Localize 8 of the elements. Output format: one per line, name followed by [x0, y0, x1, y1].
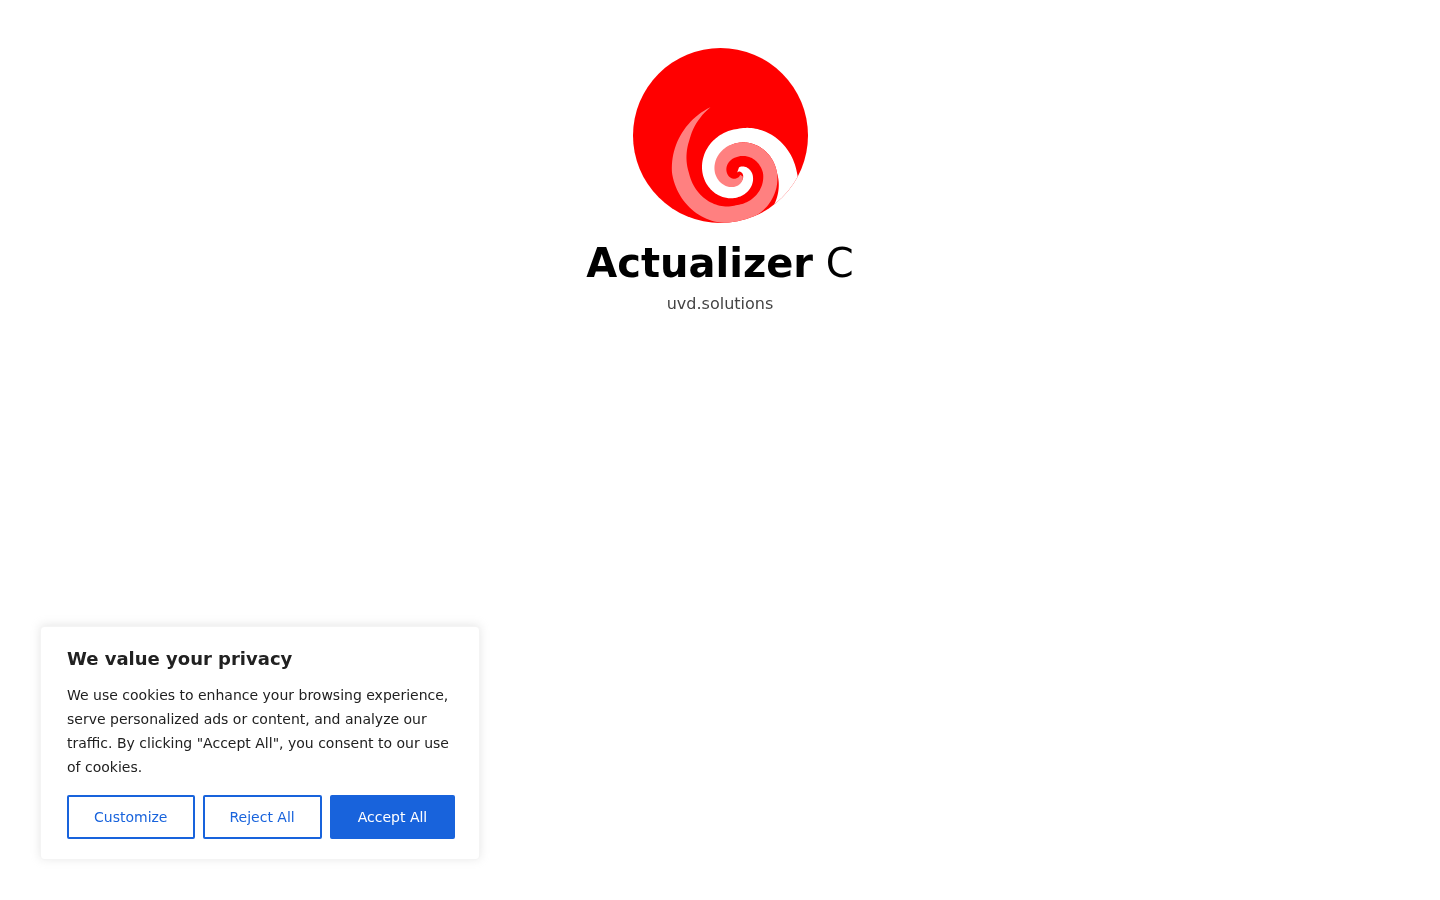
site-title: Actualizer C [586, 239, 854, 287]
banner-message: We use cookies to enhance your browsing experience, serve personalized ads or content, and analyze our traffic. By clicking "Accept All", you consent to our use of cookies. [67, 686, 450, 777]
banner-title: We value your privacy [67, 647, 294, 671]
accept-button[interactable]: Accept All [329, 795, 456, 839]
secondary-button[interactable]: Customize [67, 795, 195, 839]
site-domain: uvd.solutions [666, 294, 774, 314]
secondary-button[interactable]: Reject All [202, 795, 322, 839]
spiral-logo-icon [632, 48, 808, 223]
